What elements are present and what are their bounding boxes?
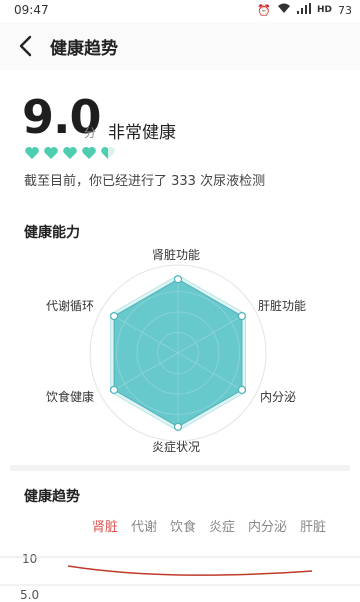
- radar-vertex: [109, 311, 119, 321]
- tab-inflammation[interactable]: 炎症: [209, 516, 248, 535]
- radar-label-metabolism: 代谢循环: [46, 299, 95, 313]
- page-title: 健康趋势: [50, 39, 118, 59]
- heart-icon: [44, 147, 58, 159]
- radar-label-endocrine: 内分泌: [260, 390, 297, 404]
- heart-icon: [101, 147, 115, 159]
- back-arrow-icon[interactable]: [16, 34, 36, 58]
- trend-line: [67, 565, 313, 576]
- status-icons: ⏰ HD 73: [257, 3, 352, 17]
- radar-vertex: [237, 311, 247, 321]
- trend-tabs: 肾脏 代谢 饮食 炎症 内分泌 肝脏: [92, 516, 339, 535]
- hd-icon: HD: [316, 5, 332, 15]
- score-unit: 分: [84, 126, 97, 140]
- radar-vertex: [173, 275, 183, 284]
- tab-metabolism[interactable]: 代谢: [131, 516, 170, 535]
- rating-hearts: [24, 145, 116, 161]
- trend-section-title: 健康趋势: [24, 489, 80, 505]
- radar-label-inflammation: 炎症状况: [152, 440, 201, 454]
- tab-kidney[interactable]: 肾脏: [92, 516, 131, 535]
- heart-icon: [63, 147, 77, 159]
- score-rating-label: 非常健康: [108, 123, 176, 143]
- test-count-caption: 截至目前，你已经进行了 333 次尿液检测: [24, 174, 266, 189]
- ability-section-title: 健康能力: [24, 225, 80, 241]
- trend-svg: [0, 556, 360, 586]
- radar-vertex: [237, 385, 247, 394]
- tab-diet[interactable]: 饮食: [170, 516, 209, 535]
- score-summary: 9.0 分 非常健康 截至目前，你已经进行了 333 次尿液检测: [0, 82, 360, 202]
- heart-icon: [25, 147, 39, 159]
- status-bar: 09:47 ⏰ HD 73: [0, 0, 360, 22]
- status-time: 09:47: [14, 3, 49, 17]
- battery-level: 73: [338, 3, 352, 17]
- radar-svg: [89, 264, 267, 442]
- heart-icon: [82, 147, 96, 159]
- radar-label-diet: 饮食健康: [46, 390, 95, 404]
- signal-icon: [296, 3, 311, 17]
- radar-label-kidney: 肾脏功能: [152, 248, 201, 262]
- radar-label-liver: 肝脏功能: [258, 299, 307, 313]
- wifi-icon: [277, 3, 291, 17]
- tab-endocrine[interactable]: 内分泌: [248, 516, 300, 535]
- radar-vertex: [109, 385, 119, 394]
- alarm-icon: ⏰: [257, 3, 271, 17]
- section-divider: [10, 465, 350, 471]
- radar-vertex: [173, 422, 183, 431]
- trend-chart: 10 5.0: [0, 548, 360, 602]
- app-header: 健康趋势: [0, 22, 360, 70]
- ability-radar-chart: 肾脏功能 肝脏功能 内分泌 炎症状况 饮食健康 代谢循环: [0, 240, 360, 460]
- tab-liver[interactable]: 肝脏: [300, 516, 339, 535]
